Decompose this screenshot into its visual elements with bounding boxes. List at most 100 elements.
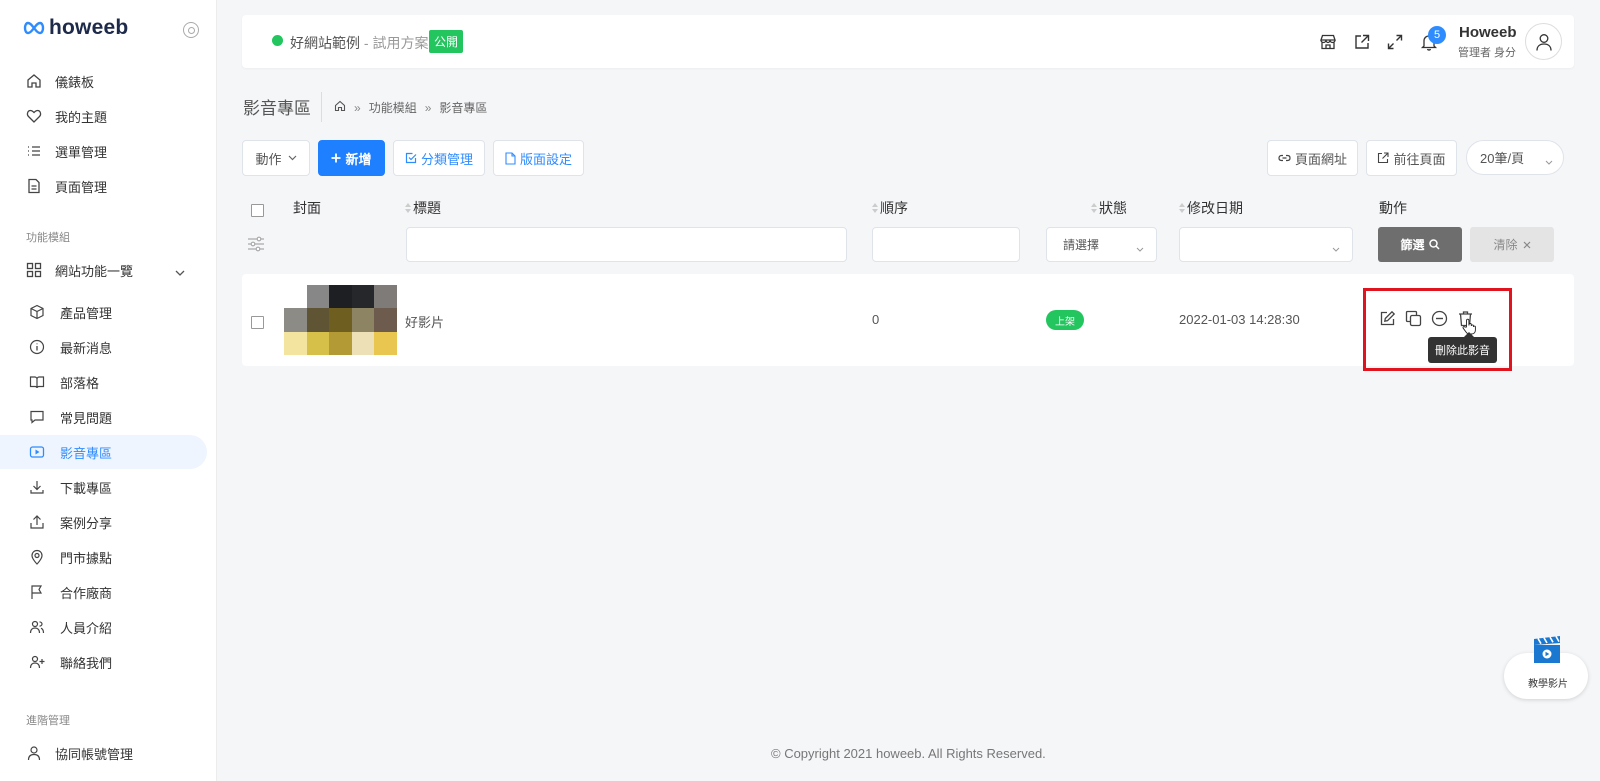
- sort-icon: [872, 203, 878, 213]
- user-plus-icon: [28, 653, 46, 671]
- column-header-label: 標題: [413, 200, 441, 216]
- sidebar-item-label: 部落格: [60, 375, 100, 391]
- breadcrumb-separator-icon: »: [354, 100, 361, 115]
- sliders-icon[interactable]: [247, 236, 265, 255]
- sort-icon: [1091, 203, 1097, 213]
- sidebar-group-site-features[interactable]: 網站功能一覽: [0, 253, 207, 287]
- sort-icon: [405, 203, 411, 213]
- status-filter-select[interactable]: 請選擇: [1046, 227, 1157, 262]
- sidebar-item-videos[interactable]: 影音專區: [0, 435, 207, 469]
- layout-settings-label: 版面設定: [519, 151, 572, 167]
- home-icon[interactable]: [334, 100, 346, 115]
- column-header-label: 狀態: [1099, 200, 1127, 216]
- filter-button-label: 篩選: [1400, 238, 1425, 252]
- filter-button[interactable]: 篩選: [1378, 227, 1462, 262]
- layout-settings-button[interactable]: 版面設定: [493, 140, 584, 176]
- infinity-logo-icon: [23, 21, 45, 35]
- sidebar-item-pages[interactable]: 頁面管理: [0, 169, 207, 203]
- page-url-button[interactable]: 頁面網址: [1267, 140, 1358, 176]
- close-icon: [1523, 241, 1531, 249]
- add-button-label: 新增: [345, 151, 372, 167]
- file-icon: [25, 177, 43, 195]
- goto-page-button[interactable]: 前往頁面: [1366, 140, 1457, 176]
- annotation-highlight-box: [1363, 288, 1512, 371]
- chevron-down-icon: [288, 155, 297, 161]
- external-link-icon: [1377, 152, 1390, 164]
- order-filter-input[interactable]: [872, 227, 1020, 262]
- sidebar-item-contact[interactable]: 聯絡我們: [0, 645, 207, 679]
- breadcrumb: » 功能模組 » 影音專區: [334, 99, 487, 116]
- sidebar-item-label: 門市據點: [60, 550, 113, 566]
- sidebar-item-label: 人員介紹: [60, 620, 113, 636]
- column-header-order[interactable]: 順序: [872, 198, 908, 218]
- avatar[interactable]: [1525, 23, 1562, 60]
- notification-count-badge: 5: [1428, 26, 1446, 44]
- sidebar-item-staff[interactable]: 人員介紹: [0, 610, 207, 644]
- column-header-title[interactable]: 標題: [405, 198, 441, 218]
- site-name[interactable]: 好網站範例 - 試用方案: [290, 33, 428, 53]
- video-cover-thumbnail[interactable]: [284, 285, 397, 355]
- tutorial-video-label: 教學影片: [1528, 679, 1568, 690]
- row-checkbox[interactable]: [251, 316, 264, 329]
- file-icon: [505, 151, 516, 165]
- site-plan-text: - 試用方案: [360, 35, 429, 51]
- column-header-actions: 動作: [1379, 200, 1407, 216]
- tutorial-video-widget[interactable]: 教學影片: [1504, 633, 1588, 699]
- sidebar-item-news[interactable]: 最新消息: [0, 330, 207, 364]
- info-icon: [28, 338, 46, 356]
- fullscreen-icon[interactable]: [1385, 32, 1405, 52]
- page-url-label: 頁面網址: [1294, 151, 1347, 167]
- sidebar-item-label: 聯絡我們: [60, 655, 113, 671]
- bulk-action-label: 動作: [255, 151, 282, 167]
- column-header-status[interactable]: 狀態: [1091, 198, 1127, 218]
- bulk-action-dropdown[interactable]: 動作: [242, 140, 310, 176]
- row-modified-date: 2022-01-03 14:28:30: [1179, 312, 1300, 327]
- clear-filter-button[interactable]: 清除: [1470, 227, 1554, 262]
- sidebar-item-label: 儀錶板: [55, 74, 95, 90]
- sidebar: howeeb 儀錶板 我的主題 選單管理 頁面管理 功能模組 網站功能一覽 產品…: [0, 0, 217, 781]
- chevron-down-icon: [175, 265, 185, 280]
- brand-name: howeeb: [49, 16, 129, 39]
- download-icon: [28, 478, 46, 496]
- breadcrumb-item[interactable]: 功能模組: [369, 99, 417, 116]
- sidebar-item-menus[interactable]: 選單管理: [0, 134, 207, 168]
- brand-logo[interactable]: howeeb: [22, 16, 128, 40]
- video-icon: [28, 443, 46, 461]
- home-icon: [25, 72, 43, 90]
- title-filter-input[interactable]: [406, 227, 847, 262]
- sidebar-item-cases[interactable]: 案例分享: [0, 505, 207, 539]
- sidebar-item-label: 我的主題: [55, 109, 108, 125]
- row-title[interactable]: 好影片: [405, 312, 444, 331]
- column-header-cover: 封面: [293, 200, 321, 216]
- store-icon[interactable]: [1318, 32, 1338, 52]
- sidebar-section-modules: 功能模組: [26, 232, 70, 244]
- sidebar-item-collab-accounts[interactable]: 協同帳號管理: [0, 736, 207, 770]
- map-pin-icon: [28, 548, 46, 566]
- sidebar-item-themes[interactable]: 我的主題: [0, 99, 207, 133]
- add-button[interactable]: 新增: [318, 140, 385, 176]
- sidebar-collapse-icon[interactable]: [183, 22, 199, 38]
- sidebar-section-admin: 進階管理: [26, 715, 70, 727]
- per-page-select[interactable]: 20筆/頁: [1466, 140, 1564, 175]
- sidebar-item-label: 頁面管理: [55, 179, 108, 195]
- sidebar-item-partners[interactable]: 合作廠商: [0, 575, 207, 609]
- sidebar-item-label: 常見問題: [60, 410, 113, 426]
- select-all-checkbox[interactable]: [251, 204, 264, 217]
- category-manage-button[interactable]: 分類管理: [393, 140, 485, 176]
- user-icon: [25, 744, 43, 762]
- sidebar-item-blog[interactable]: 部落格: [0, 365, 207, 399]
- sidebar-item-products[interactable]: 產品管理: [0, 295, 207, 329]
- clear-button-label: 清除: [1493, 238, 1518, 252]
- column-header-modified[interactable]: 修改日期: [1179, 198, 1243, 218]
- sidebar-item-label: 影音專區: [60, 445, 113, 461]
- external-link-icon[interactable]: [1352, 32, 1372, 52]
- status-badge[interactable]: 上架: [1046, 310, 1084, 330]
- sidebar-item-stores[interactable]: 門市據點: [0, 540, 207, 574]
- goto-page-label: 前往頁面: [1393, 151, 1446, 167]
- user-name: Howeeb: [1459, 24, 1517, 41]
- sidebar-item-dashboard[interactable]: 儀錶板: [0, 64, 207, 98]
- sidebar-item-downloads[interactable]: 下載專區: [0, 470, 207, 504]
- date-filter-select[interactable]: [1179, 227, 1353, 262]
- status-filter-placeholder: 請選擇: [1063, 238, 1100, 252]
- sidebar-item-faq[interactable]: 常見問題: [0, 400, 207, 434]
